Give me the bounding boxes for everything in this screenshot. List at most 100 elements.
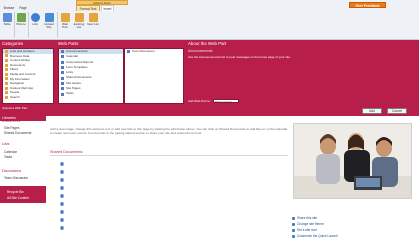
existing-list-button[interactable]: Existing List [73,13,85,35]
link-label: Share this site [297,216,318,220]
list-icon [61,76,64,80]
category-item[interactable]: Search [3,95,53,100]
give-feedback-button[interactable]: Give Feedback [349,2,386,8]
list-icon [61,60,64,64]
about-title-header: About the Web Part [188,41,227,46]
folder-icon [5,77,8,81]
nav-item-site-pages[interactable]: Site Pages [4,126,19,130]
document-icon[interactable] [60,226,64,230]
folder-icon [5,81,8,85]
group-divider [57,12,58,38]
list-icon [61,81,64,85]
categories-header: Categories [2,41,23,46]
document-icon[interactable] [60,186,64,190]
web-part-item[interactable]: Team Discussion [125,49,183,54]
link-icon [30,13,40,22]
document-icon[interactable] [60,194,64,198]
insert-picture-button[interactable]: Picture [15,13,27,35]
list-icon [61,92,64,96]
insert-table-button[interactable]: Table [1,13,13,35]
insert-web-part-button[interactable]: Web Part [59,13,71,35]
add-to-select[interactable]: Rich Content [212,99,239,104]
welcome-text: Add a new image, change this welcome tex… [50,127,288,135]
quick-launch: Libraries Documents Site Pages Shared Do… [0,116,46,244]
categories-list[interactable]: Lists and Libraries Business Data Conten… [2,48,54,104]
folder-icon [5,58,8,62]
new-list-icon [88,13,98,22]
document-icon[interactable] [60,202,64,206]
nav-item-tasks[interactable]: Tasks [4,155,12,159]
document-icon[interactable] [60,162,64,166]
team-photo-illustration [294,124,411,198]
list-icon [61,71,64,75]
tool-label: Link [32,22,38,26]
list-icon [61,50,64,54]
nav-item-calendar[interactable]: Calendar [4,150,17,154]
tool-label: Existing List [73,22,85,30]
add-button[interactable]: Add [362,108,382,114]
web-parts-list-col2[interactable]: Team Discussion [124,48,184,104]
web-part-label: Team Discussion [132,49,155,53]
tab-browse[interactable]: Browse [2,5,16,11]
categories-title: Categories [2,41,24,46]
web-parts-title: Web Parts [58,41,79,46]
nav-item-all-site-content[interactable]: All Site Content [7,196,29,200]
nav-header-lists[interactable]: Lists [0,142,46,147]
folder-icon [5,54,8,58]
document-icon[interactable] [60,210,64,214]
shared-documents-heading[interactable]: Shared Documents [50,150,83,154]
tool-label: New List [87,22,99,26]
document-icon[interactable] [60,218,64,222]
add-to-label: Add Web Part to: [188,99,211,104]
tool-label: Table [3,22,11,26]
insert-link-button[interactable]: Link [29,13,41,35]
customize-quick-launch-link[interactable]: Customize the Quick Launch [292,234,338,238]
link-label: Change site theme [297,222,324,226]
nav-header-documents[interactable]: Documents [0,119,46,124]
web-parts-list[interactable]: Announcements Calendar Customized Report… [58,48,124,104]
tab-page[interactable]: Page [17,5,29,11]
selected-web-part-description: Use the Announcements list to post messa… [188,55,291,59]
theme-icon [292,222,295,226]
picture-icon [16,13,26,22]
folder-icon [5,72,8,76]
nav-item-shared-documents[interactable]: Shared Documents [4,131,31,135]
tool-label: Upload File [44,22,54,30]
section-divider [50,155,288,156]
share-site-link[interactable]: Share this site [292,216,317,220]
upload-web-part-link[interactable]: Upload a Web Part [2,106,27,110]
web-part-item[interactable]: Tasks [59,91,123,96]
category-label: Search [10,94,20,99]
link-label: Set a site icon [297,228,318,232]
web-part-icon [60,13,70,22]
nav-item-team-discussion[interactable]: Team Discussion [4,176,28,180]
list-icon [61,87,64,91]
document-icon[interactable] [60,170,64,174]
web-part-label: Tasks [66,91,74,96]
tool-label: Picture [16,22,26,26]
change-theme-link[interactable]: Change site theme [292,222,324,226]
selected-web-part-title: Announcements [188,49,213,53]
tab-insert[interactable]: Insert [101,5,114,11]
nav-item-recycle-bin[interactable]: Recycle Bin [7,190,24,194]
upload-icon [44,13,54,22]
nav-header-discussions[interactable]: Discussions [0,169,46,174]
settings-icon [292,234,295,238]
list-icon [61,66,64,70]
list-icon [61,55,64,59]
site-icon-link[interactable]: Set a site icon [292,228,317,232]
cancel-button[interactable]: Cancel [387,108,407,114]
image-icon [292,228,295,232]
folder-icon [5,91,8,95]
ribbon: Editing Tools Browse Page Format Text In… [0,0,419,40]
table-icon [2,13,12,22]
folder-icon [5,95,8,99]
web-part-adder: Categories Web Parts About the Web Part … [0,40,419,116]
team-photo [293,123,412,199]
new-list-button[interactable]: New List [87,13,99,35]
tool-label: Web Part [61,22,69,30]
tab-format-text[interactable]: Format Text [76,5,100,11]
folder-icon [5,49,8,53]
document-icon[interactable] [60,178,64,182]
upload-file-button[interactable]: Upload File [43,13,55,35]
